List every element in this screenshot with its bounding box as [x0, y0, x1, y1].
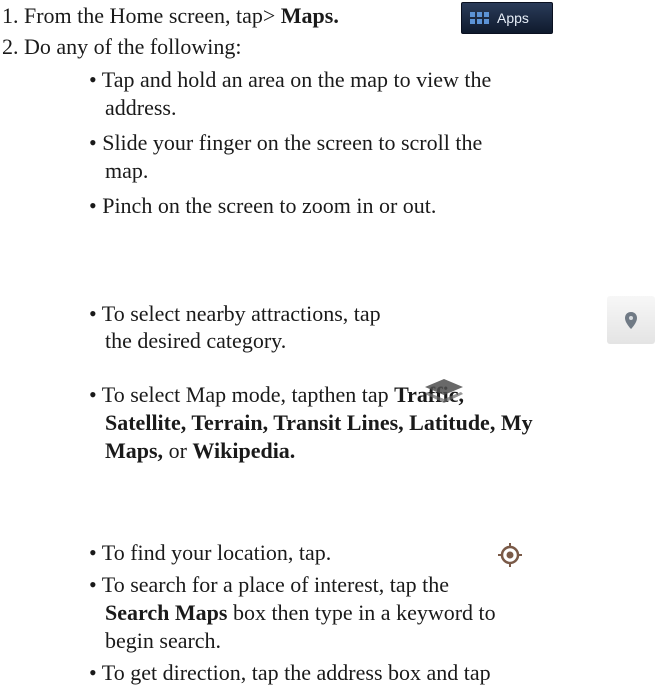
step-1-bold: Maps.	[280, 3, 339, 28]
bullet-5-bold-3: Maps,	[105, 438, 164, 463]
bullet-8-line-1: • To get direction, tap the address box …	[89, 660, 491, 685]
bullet-4-line-1: • To select nearby attractions, tap	[89, 301, 381, 326]
step-2: 2. Do any of the following:	[2, 34, 242, 59]
bullet-7-line-3: begin search.	[105, 628, 222, 653]
bullet-5-line-3: Maps, or Wikipedia.	[105, 438, 295, 464]
bullet-5-mid: or	[163, 438, 193, 463]
bullet-1-line-1: • Tap and hold an area on the map to vie…	[89, 67, 492, 92]
bullet-7-line-2: Search Maps box then type in a keyword t…	[105, 600, 496, 626]
bullet-3: • Pinch on the screen to zoom in or out.	[89, 193, 437, 218]
bullet-5-bold-4: Wikipedia.	[192, 438, 296, 463]
apps-icon-label: Apps	[497, 10, 529, 26]
map-pin-icon	[607, 296, 655, 344]
bullet-4-line-2: the desired category.	[105, 328, 287, 353]
bullet-2-line-2: map.	[105, 158, 149, 183]
bullet-2-line-1: • Slide your finger on the screen to scr…	[89, 130, 483, 155]
layers-icon	[423, 377, 465, 405]
bullet-1-line-2: address.	[105, 95, 177, 120]
bullet-7-line-1: • To search for a place of interest, tap…	[89, 572, 450, 597]
bullet-7-bold: Search Maps	[105, 600, 228, 625]
bullet-5-line-2: Satellite, Terrain, Transit Lines, Latit…	[105, 410, 533, 436]
bullet-6: • To find your location, tap.	[89, 540, 332, 565]
apps-icon: Apps	[461, 2, 553, 34]
step-1-text: 1. From the Home screen, tap>	[2, 3, 281, 28]
bullet-5-bold-2: Satellite, Terrain, Transit Lines, Latit…	[105, 410, 533, 435]
apps-grid-icon	[470, 12, 489, 24]
bullet-5-text: • To select Map mode, tapthen tap	[89, 382, 395, 407]
my-location-icon	[489, 534, 531, 576]
bullet-5-line-1: • To select Map mode, tapthen tap Traffi…	[89, 382, 464, 408]
step-1: 1. From the Home screen, tap> Maps.	[2, 3, 339, 29]
bullet-7-rest: box then type in a keyword to	[227, 600, 496, 625]
